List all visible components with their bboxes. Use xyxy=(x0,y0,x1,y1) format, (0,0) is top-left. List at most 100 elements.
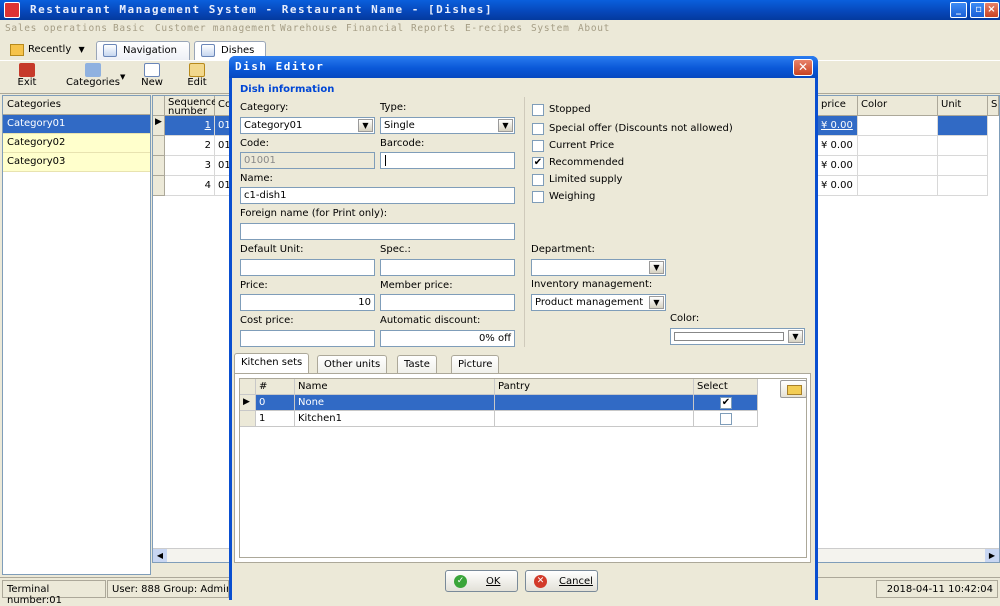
cost-price-field[interactable] xyxy=(240,330,375,347)
price-cell[interactable]: ¥ 0.00 xyxy=(818,116,858,136)
department-select[interactable]: ▼ xyxy=(531,259,666,276)
categories-button[interactable]: Categories ▼ xyxy=(58,63,128,93)
barcode-field[interactable] xyxy=(380,152,515,169)
column-header-price[interactable]: price xyxy=(818,96,858,116)
tab-taste[interactable]: Taste xyxy=(397,355,437,373)
recently-icon xyxy=(10,44,24,56)
checkbox-box[interactable] xyxy=(532,123,544,135)
table-row[interactable]: 4 xyxy=(165,176,215,196)
name-field[interactable]: c1-dish1 xyxy=(240,187,515,204)
tab-kitchen-sets[interactable]: Kitchen sets xyxy=(234,353,310,373)
column-header-pantry[interactable]: Pantry xyxy=(495,379,694,395)
kitchen-pantry-cell[interactable] xyxy=(495,411,694,427)
chevron-down-icon[interactable]: ▼ xyxy=(788,330,803,343)
column-header-color[interactable]: Color xyxy=(858,96,938,116)
menu-customer-management[interactable]: Customer management xyxy=(155,23,277,34)
table-row[interactable]: 1 xyxy=(165,116,215,136)
column-header-unit[interactable]: Unit xyxy=(938,96,988,116)
unit-cell[interactable] xyxy=(938,116,988,136)
color-cell[interactable] xyxy=(858,116,938,136)
chevron-down-icon[interactable]: ▼ xyxy=(358,119,373,132)
checkbox-box[interactable] xyxy=(532,140,544,152)
new-button[interactable]: New xyxy=(138,63,166,93)
price-cell[interactable]: ¥ 0.00 xyxy=(818,176,858,196)
menu-warehouse[interactable]: Warehouse xyxy=(280,23,338,34)
menu-about[interactable]: About xyxy=(578,23,610,34)
kitchen-number-cell[interactable]: 0 xyxy=(256,395,295,411)
category-item[interactable]: Category03 xyxy=(3,153,150,172)
color-cell[interactable] xyxy=(858,176,938,196)
recently-tab[interactable]: Recently ▼ xyxy=(8,41,85,60)
menu-sales-operations[interactable]: Sales operations xyxy=(5,23,108,34)
kitchen-name-cell[interactable]: Kitchen1 xyxy=(295,411,495,427)
chevron-down-icon[interactable]: ▼ xyxy=(649,261,664,274)
edit-button[interactable]: Edit xyxy=(184,63,210,93)
inventory-select[interactable]: Product management ▼ xyxy=(531,294,666,311)
menu-e-recipes[interactable]: E-recipes xyxy=(465,23,523,34)
checkmark-icon[interactable]: ✔ xyxy=(720,397,732,409)
inventory-label: Inventory management: xyxy=(531,279,653,290)
user-status: User: 888 Group: Admini xyxy=(107,580,229,598)
price-cell[interactable]: ¥ 0.00 xyxy=(818,156,858,176)
table-row[interactable]: 2 xyxy=(165,136,215,156)
unit-cell[interactable] xyxy=(938,176,988,196)
checkbox-box[interactable] xyxy=(720,413,732,425)
new-label: New xyxy=(141,77,163,88)
minimize-icon[interactable]: _ xyxy=(950,2,967,18)
member-price-field[interactable] xyxy=(380,294,515,311)
spec-field[interactable] xyxy=(380,259,515,276)
exit-button[interactable]: Exit xyxy=(12,63,42,93)
cancel-button[interactable]: ✕ Cancel xyxy=(525,570,598,592)
ok-button[interactable]: ✓ OK xyxy=(445,570,518,592)
menu-system[interactable]: System xyxy=(531,23,570,34)
color-cell[interactable] xyxy=(858,136,938,156)
kitchen-name-cell[interactable]: None xyxy=(295,395,495,411)
color-cell[interactable] xyxy=(858,156,938,176)
table-row[interactable]: 3 xyxy=(165,156,215,176)
category-select[interactable]: Category01 ▼ xyxy=(240,117,375,134)
unit-cell[interactable] xyxy=(938,136,988,156)
tab-other-units[interactable]: Other units xyxy=(317,355,388,373)
menu-reports[interactable]: Reports xyxy=(411,23,456,34)
default-unit-field[interactable] xyxy=(240,259,375,276)
kitchen-pantry-cell[interactable] xyxy=(495,395,694,411)
column-header-sp[interactable]: Sp xyxy=(988,96,999,116)
checkbox-box[interactable] xyxy=(532,174,544,186)
tab-picture[interactable]: Picture xyxy=(451,355,500,373)
tab-navigation[interactable]: Navigation xyxy=(96,41,190,60)
kitchen-number-cell[interactable]: 1 xyxy=(256,411,295,427)
type-select[interactable]: Single ▼ xyxy=(380,117,515,134)
price-field[interactable]: 10 xyxy=(240,294,375,311)
checkmark-icon[interactable]: ✔ xyxy=(532,157,544,169)
color-select[interactable]: ▼ xyxy=(670,328,805,345)
category-item[interactable]: Category01 xyxy=(3,115,150,134)
menu-financial[interactable]: Financial xyxy=(346,23,404,34)
close-icon[interactable]: × xyxy=(984,2,999,18)
column-header-select[interactable]: Select xyxy=(694,379,758,395)
kitchen-select-cell[interactable]: ✔ xyxy=(694,395,758,411)
row-header xyxy=(240,411,256,427)
inventory-value: Product management xyxy=(535,297,644,308)
unit-cell[interactable] xyxy=(938,156,988,176)
auto-discount-field[interactable]: 0% off xyxy=(380,330,515,347)
member-price-label: Member price: xyxy=(380,280,453,291)
column-header-name[interactable]: Name xyxy=(295,379,495,395)
dialog-close-icon[interactable]: ✕ xyxy=(793,59,813,76)
chevron-down-icon[interactable]: ▼ xyxy=(498,119,513,132)
kitchen-select-cell[interactable] xyxy=(694,411,758,427)
categories-label: Categories xyxy=(66,77,120,88)
price-cell[interactable]: ¥ 0.00 xyxy=(818,136,858,156)
checkbox-box[interactable] xyxy=(532,191,544,203)
column-header-number[interactable]: # xyxy=(256,379,295,395)
folder-open-button[interactable] xyxy=(780,380,807,398)
foreign-name-field[interactable] xyxy=(240,223,515,240)
scroll-left-icon[interactable]: ◀ xyxy=(153,549,167,562)
scroll-right-icon[interactable]: ▶ xyxy=(985,549,999,562)
menu-basic[interactable]: Basic xyxy=(113,23,145,34)
category-item[interactable]: Category02 xyxy=(3,134,150,153)
column-header-sequence[interactable]: Sequence number xyxy=(165,96,217,117)
code-field: 01001 xyxy=(240,152,375,169)
chevron-down-icon[interactable]: ▼ xyxy=(649,296,664,309)
app-title: Restaurant Management System - Restauran… xyxy=(30,3,493,16)
checkbox-box[interactable] xyxy=(532,104,544,116)
